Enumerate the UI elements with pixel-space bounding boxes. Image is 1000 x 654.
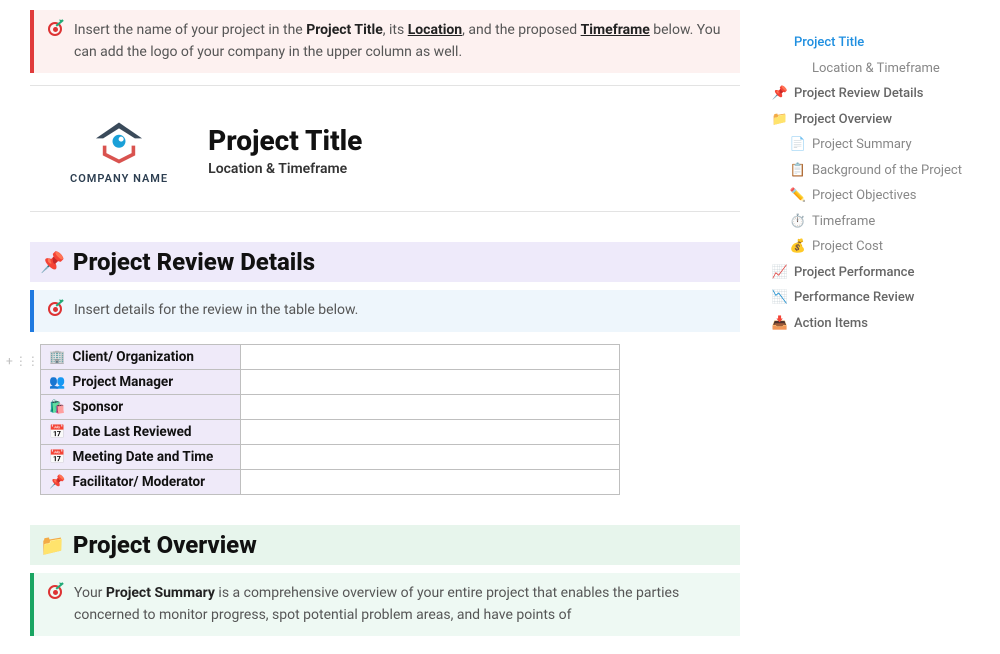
review-details-table[interactable]: 🏢 Client/ Organization👥 Project Manager🛍…	[40, 344, 620, 495]
outline-item[interactable]: 📋 Background of the Project	[770, 158, 990, 184]
table-label-cell: 🛍️ Sponsor	[41, 395, 241, 420]
outline-item[interactable]: 📥 Action Items	[770, 311, 990, 337]
table-row[interactable]: 👥 Project Manager	[41, 370, 620, 395]
table-row[interactable]: 📌 Facilitator/ Moderator	[41, 470, 620, 495]
table-value-cell[interactable]	[241, 370, 620, 395]
callout-intro-text: Insert the name of your project in the P…	[74, 20, 726, 63]
outline-item[interactable]: 📁 Project Overview	[770, 107, 990, 133]
section-heading-overview[interactable]: 📁 Project Overview	[30, 525, 740, 565]
table-label-cell: 📅 Date Last Reviewed	[41, 420, 241, 445]
add-row-icon[interactable]: +	[6, 354, 13, 368]
✏️-icon: ✏️	[790, 186, 806, 206]
outline-item[interactable]: •Project Title	[770, 30, 990, 56]
outline-item-label: Action Items	[794, 314, 868, 334]
pushpin-icon: 📌	[40, 250, 65, 274]
header-row: COMPANY NAME Project Title Location & Ti…	[30, 106, 740, 205]
outline-item[interactable]: 📈 Project Performance	[770, 260, 990, 286]
callout-overview-text: Your Project Summary is a comprehensive …	[74, 583, 726, 626]
outline-item[interactable]: ✏️ Project Objectives	[770, 183, 990, 209]
project-title[interactable]: Project Title	[208, 124, 362, 157]
section-heading-review[interactable]: 📌 Project Review Details	[30, 242, 740, 282]
target-icon	[46, 583, 64, 626]
📉-icon: 📉	[772, 288, 788, 308]
outline-item-label: Timeframe	[812, 212, 875, 232]
outline-item-label: Project Objectives	[812, 186, 916, 206]
outline-item-label: Project Summary	[812, 135, 912, 155]
table-label-cell: 📌 Facilitator/ Moderator	[41, 470, 241, 495]
callout-review-hint: Insert details for the review in the tab…	[30, 290, 740, 332]
outline-item[interactable]: ⏱️ Timeframe	[770, 209, 990, 235]
company-logo-block: COMPANY NAME	[70, 116, 168, 185]
📥-icon: 📥	[772, 314, 788, 334]
table-value-cell[interactable]	[241, 345, 620, 370]
company-logo-icon	[70, 116, 168, 168]
outline-item-label: Project Cost	[812, 237, 883, 257]
outline-item-label: Performance Review	[794, 288, 914, 308]
outline-item[interactable]: 📄 Project Summary	[770, 132, 990, 158]
table-row[interactable]: 🏢 Client/ Organization	[41, 345, 620, 370]
outline-item-label: Project Overview	[794, 110, 892, 130]
table-value-cell[interactable]	[241, 470, 620, 495]
drag-handle-icon[interactable]: ⋮⋮	[15, 354, 39, 368]
callout-overview: Your Project Summary is a comprehensive …	[30, 573, 740, 636]
section-heading-review-text: Project Review Details	[73, 248, 315, 276]
section-heading-overview-text: Project Overview	[73, 531, 257, 559]
table-label-cell: 🏢 Client/ Organization	[41, 345, 241, 370]
📄-icon: 📄	[790, 135, 806, 155]
callout-intro: Insert the name of your project in the P…	[30, 10, 740, 73]
outline-item-label: Project Review Details	[794, 84, 923, 104]
document-body: Insert the name of your project in the P…	[0, 0, 770, 654]
table-row[interactable]: 🛍️ Sponsor	[41, 395, 620, 420]
outline-item-label: Location & Timeframe	[812, 59, 940, 79]
📁-icon: 📁	[772, 110, 788, 130]
target-icon	[46, 20, 64, 63]
table-row[interactable]: 📅 Meeting Date and Time	[41, 445, 620, 470]
target-icon	[46, 300, 64, 322]
table-value-cell[interactable]	[241, 445, 620, 470]
company-name: COMPANY NAME	[70, 172, 168, 185]
outline-item[interactable]: •Location & Timeframe	[770, 56, 990, 82]
table-label-cell: 📅 Meeting Date and Time	[41, 445, 241, 470]
table-row[interactable]: 📅 Date Last Reviewed	[41, 420, 620, 445]
📌-icon: 📌	[772, 84, 788, 104]
outline-item[interactable]: 💰 Project Cost	[770, 234, 990, 260]
folder-icon: 📁	[40, 533, 65, 557]
⏱️-icon: ⏱️	[790, 212, 806, 232]
outline-item[interactable]: 📉 Performance Review	[770, 285, 990, 311]
row-drag-handles[interactable]: + ⋮⋮	[6, 354, 39, 368]
divider	[30, 85, 740, 86]
outline-item[interactable]: 📌 Project Review Details	[770, 81, 990, 107]
table-value-cell[interactable]	[241, 420, 620, 445]
table-value-cell[interactable]	[241, 395, 620, 420]
outline-item-label: Project Title	[794, 33, 864, 53]
📋-icon: 📋	[790, 161, 806, 181]
outline-sidebar: •Project Title•Location & Timeframe📌 Proj…	[770, 0, 1000, 654]
divider	[30, 211, 740, 212]
💰-icon: 💰	[790, 237, 806, 257]
outline-item-label: Project Performance	[794, 263, 914, 283]
📈-icon: 📈	[772, 263, 788, 283]
callout-review-text: Insert details for the review in the tab…	[74, 300, 358, 322]
table-label-cell: 👥 Project Manager	[41, 370, 241, 395]
outline-item-label: Background of the Project	[812, 161, 962, 181]
project-subtitle[interactable]: Location & Timeframe	[208, 161, 362, 177]
